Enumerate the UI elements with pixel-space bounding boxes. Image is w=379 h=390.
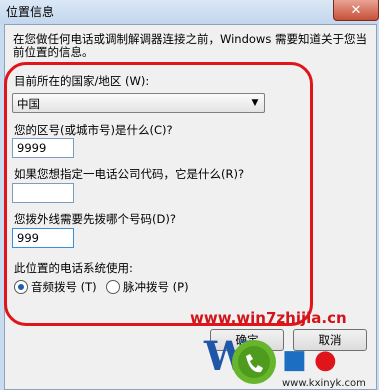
outside-line-value: 999	[17, 231, 39, 245]
outside-line-label: 您拨外线需要先拨哪个号码(D)?	[14, 212, 176, 226]
dialing-label: 此位置的电话系统使用:	[14, 261, 133, 275]
intro-text: 在您做任何电话或调制解调器连接之前，Windows 需要知道关于您当前位置的信息…	[13, 32, 367, 59]
country-value: 中国	[17, 97, 40, 111]
carrier-code-label: 如果您想指定一电话公司代码，它是什么(R)?	[14, 167, 245, 181]
title-bar: 位置信息 ✕	[0, 0, 379, 24]
area-code-label: 您的区号(或城市号)是什么(C)?	[14, 123, 173, 137]
watermark-logo: W ■ ● www.kxinyk.com	[203, 333, 366, 389]
watermark-site: www.kxinyk.com	[282, 378, 366, 389]
country-label: 目前所在的国家/地区 (W):	[14, 74, 150, 88]
area-code-input[interactable]: 9999	[12, 138, 74, 158]
area-code-value: 9999	[17, 141, 47, 155]
watermark-logo-mark2: ●	[314, 345, 337, 375]
pulse-dialing-label[interactable]: 脉冲拨号 (P)	[123, 279, 189, 295]
close-button[interactable]: ✕	[333, 0, 379, 21]
window-title: 位置信息	[6, 5, 55, 19]
tone-dialing-label[interactable]: 音频拨号 (T)	[31, 279, 97, 295]
close-icon: ✕	[350, 2, 362, 18]
outside-line-input[interactable]: 999	[12, 228, 74, 248]
pulse-dialing-radio[interactable]	[106, 280, 120, 294]
watermark-logo-mark: ■	[282, 345, 307, 375]
chevron-down-icon: ▼	[251, 98, 259, 108]
tone-dialing-radio[interactable]	[14, 280, 28, 294]
country-select[interactable]: 中国 ▼	[12, 93, 265, 113]
watermark-url: www.win7zhijia.cn	[190, 309, 347, 327]
carrier-code-input[interactable]	[12, 183, 74, 203]
